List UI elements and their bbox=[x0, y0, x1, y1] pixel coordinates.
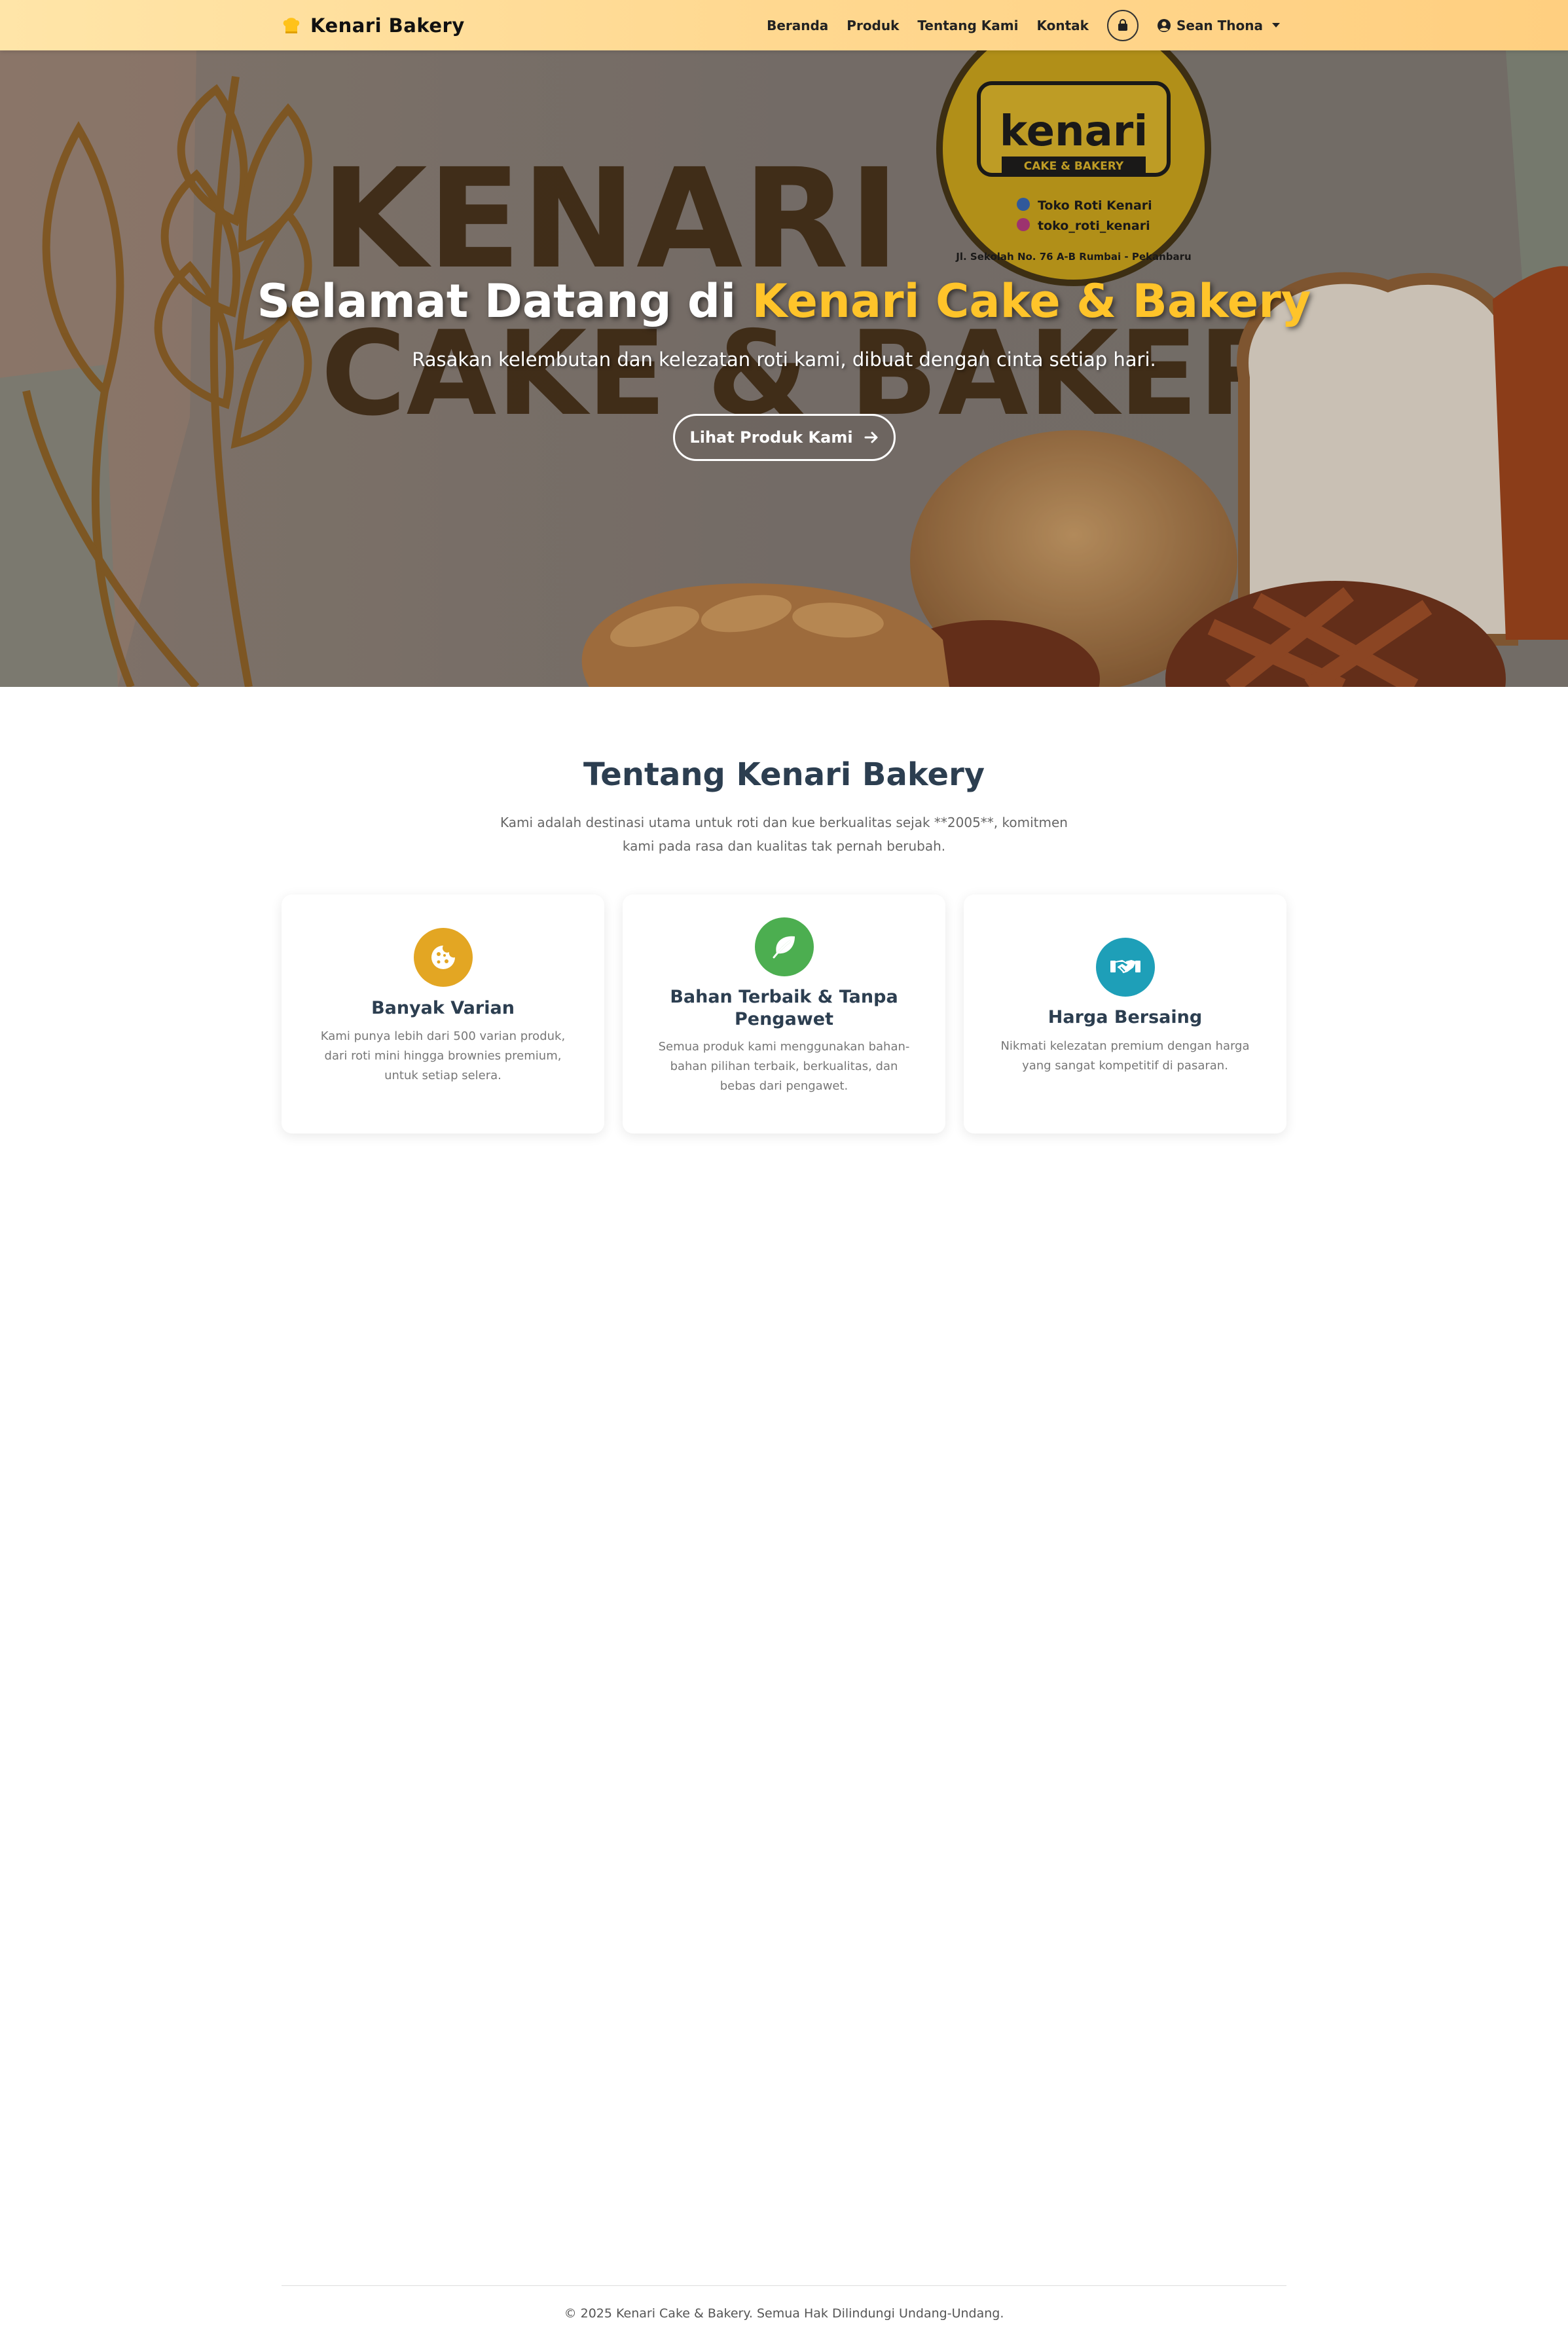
cookie-icon bbox=[431, 946, 455, 969]
feature-icon-circle bbox=[755, 917, 814, 976]
nav-link-tentang-kami[interactable]: Tentang Kami bbox=[917, 18, 1018, 33]
footer-copyright: © 2025 Kenari Cake & Bakery. Semua Hak D… bbox=[564, 2306, 1004, 2321]
feature-cards: Banyak Varian Kami punya lebih dari 500 … bbox=[282, 894, 1286, 1134]
feature-icon-circle bbox=[414, 928, 473, 987]
chevron-down-icon bbox=[1272, 23, 1280, 28]
user-name: Sean Thona bbox=[1176, 17, 1263, 33]
feature-text: Semua produk kami menggunakan bahan-baha… bbox=[658, 1040, 910, 1093]
feature-title: Bahan Terbaik & Tanpa Pengawet bbox=[670, 987, 898, 1029]
nav-links: Beranda Produk Tentang Kami Kontak Sean … bbox=[767, 0, 1280, 50]
user-menu-dropdown[interactable]: Sean Thona bbox=[1157, 18, 1280, 33]
feature-card-bahan: Bahan Terbaik & Tanpa Pengawet Semua pro… bbox=[623, 894, 945, 1134]
hero-title-prefix: Selamat Datang di bbox=[257, 274, 752, 328]
leaf-icon bbox=[773, 936, 795, 959]
feature-text: Nikmati kelezatan premium dengan harga y… bbox=[1000, 1039, 1250, 1073]
cart-button[interactable] bbox=[1106, 9, 1139, 41]
view-products-button[interactable]: Lihat Produk Kami bbox=[673, 414, 896, 461]
hero-subtitle: Rasakan kelembutan dan kelezatan roti ka… bbox=[412, 348, 1156, 371]
brand-name: Kenari Bakery bbox=[310, 14, 465, 37]
nav-link-produk[interactable]: Produk bbox=[847, 18, 899, 33]
arrow-right-icon bbox=[864, 432, 878, 443]
feature-text: Kami punya lebih dari 500 varian produk,… bbox=[320, 1029, 566, 1082]
feature-icon-circle bbox=[1096, 938, 1155, 997]
view-products-label: Lihat Produk Kami bbox=[689, 428, 853, 447]
nav-link-beranda[interactable]: Beranda bbox=[767, 18, 828, 33]
navbar: Kenari Bakery Beranda Produk Tentang Kam… bbox=[0, 0, 1568, 50]
brand-link[interactable]: Kenari Bakery bbox=[282, 0, 465, 50]
user-circle-icon bbox=[1157, 18, 1171, 32]
handshake-icon bbox=[1110, 960, 1140, 973]
chef-hat-icon bbox=[283, 17, 300, 33]
feature-title: Banyak Varian bbox=[371, 998, 515, 1018]
about-description: Kami adalah destinasi utama untuk roti d… bbox=[500, 815, 1068, 854]
hero-title-accent: Kenari Cake & Bakery bbox=[752, 274, 1311, 328]
hero-section: KENARI CAKE & BAKERY kenari CAKE & BAKER… bbox=[0, 50, 1568, 687]
hero-title: Selamat Datang di Kenari Cake & Bakery bbox=[0, 274, 1568, 328]
feature-card-varian: Banyak Varian Kami punya lebih dari 500 … bbox=[282, 894, 604, 1134]
feature-card-harga: Harga Bersaing Nikmati kelezatan premium… bbox=[964, 894, 1286, 1134]
footer-divider bbox=[282, 2285, 1286, 2286]
nav-link-kontak[interactable]: Kontak bbox=[1036, 18, 1088, 33]
about-title: Tentang Kenari Bakery bbox=[583, 756, 985, 793]
feature-title: Harga Bersaing bbox=[1048, 1007, 1203, 1027]
shopping-bag-icon bbox=[1118, 18, 1127, 31]
